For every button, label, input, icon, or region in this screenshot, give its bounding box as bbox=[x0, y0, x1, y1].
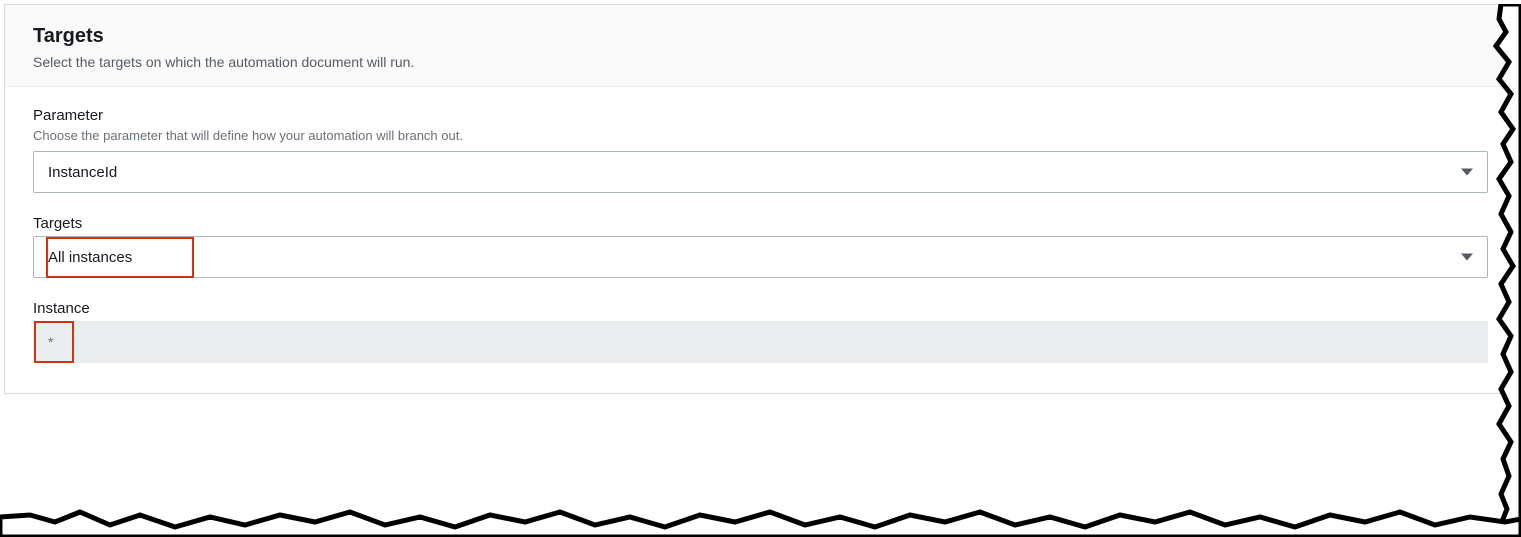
instance-label: Instance bbox=[33, 300, 1488, 317]
targets-panel: Targets Select the targets on which the … bbox=[4, 4, 1517, 394]
instance-field: Instance * bbox=[33, 300, 1488, 363]
targets-select-wrap: All instances bbox=[33, 236, 1488, 278]
targets-label: Targets bbox=[33, 215, 1488, 232]
parameter-field: Parameter Choose the parameter that will… bbox=[33, 107, 1488, 193]
targets-field: Targets All instances bbox=[33, 215, 1488, 278]
parameter-label: Parameter bbox=[33, 107, 1488, 124]
instance-value: * bbox=[48, 334, 53, 350]
chevron-down-icon bbox=[1461, 169, 1473, 176]
chevron-down-icon bbox=[1461, 254, 1473, 261]
parameter-select-wrap: InstanceId bbox=[33, 151, 1488, 193]
instance-readonly: * bbox=[33, 321, 1488, 363]
parameter-hint: Choose the parameter that will define ho… bbox=[33, 128, 1488, 143]
panel-header: Targets Select the targets on which the … bbox=[5, 5, 1516, 87]
parameter-selected-value: InstanceId bbox=[48, 164, 117, 181]
panel-subtitle: Select the targets on which the automati… bbox=[33, 54, 1488, 70]
panel-body: Parameter Choose the parameter that will… bbox=[5, 87, 1516, 393]
parameter-select[interactable]: InstanceId bbox=[33, 151, 1488, 193]
torn-edge-bottom bbox=[0, 497, 1521, 537]
panel-title: Targets bbox=[33, 25, 1488, 48]
targets-select[interactable]: All instances bbox=[33, 236, 1488, 278]
targets-selected-value: All instances bbox=[48, 249, 132, 266]
